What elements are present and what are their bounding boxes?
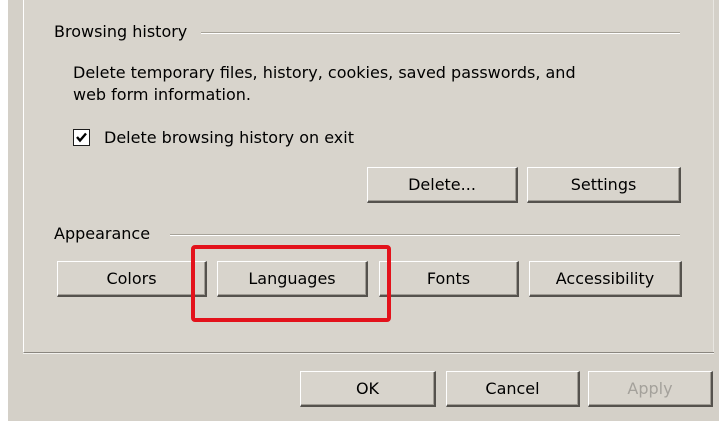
delete-on-exit-label[interactable]: Delete browsing history on exit [104, 126, 354, 150]
apply-button[interactable]: Apply [588, 371, 713, 407]
browsing-history-description-line2: web form information. [73, 85, 251, 104]
appearance-group-line [170, 234, 680, 236]
cancel-button[interactable]: Cancel [446, 371, 580, 407]
fonts-button[interactable]: Fonts [379, 261, 519, 297]
delete-button[interactable]: Delete... [367, 167, 518, 203]
colors-button[interactable]: Colors [57, 261, 207, 297]
languages-button[interactable]: Languages [217, 261, 368, 297]
checkmark-icon [76, 132, 87, 143]
appearance-group-title: Appearance [54, 224, 156, 244]
window-left-edge [0, 0, 8, 421]
accessibility-button[interactable]: Accessibility [529, 261, 682, 297]
delete-on-exit-checkbox[interactable] [73, 129, 90, 146]
browsing-history-group-title: Browsing history [54, 22, 193, 42]
browsing-history-group-line [201, 32, 680, 34]
browsing-history-description-line1: Delete temporary files, history, cookies… [73, 63, 576, 82]
settings-button[interactable]: Settings [527, 167, 681, 203]
ok-button[interactable]: OK [300, 371, 436, 407]
